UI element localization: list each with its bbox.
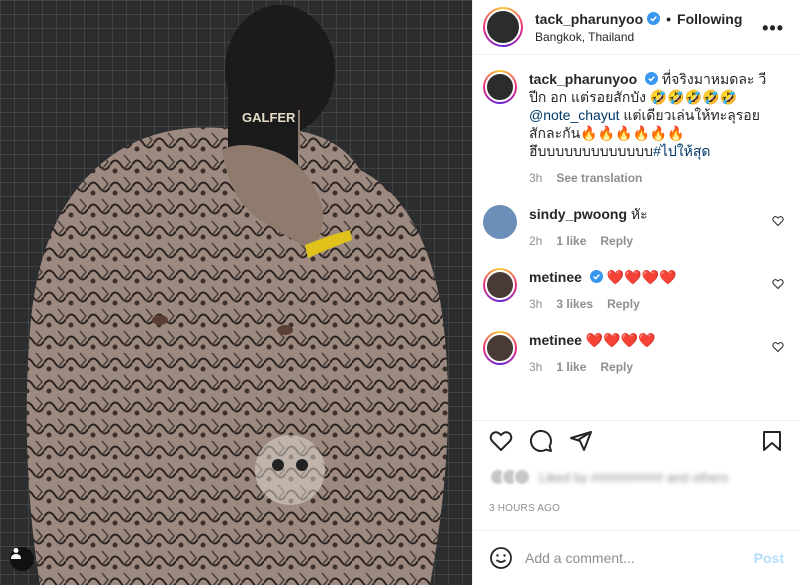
caption-time[interactable]: 3h <box>529 169 542 187</box>
verified-badge-icon <box>645 72 659 85</box>
smiley-icon[interactable] <box>489 546 513 570</box>
comments-list[interactable]: tack_pharunyoo ที่จริงมาหมดละ วีปีก อก แ… <box>473 56 800 410</box>
comment-likes[interactable]: 1 like <box>556 358 586 376</box>
comment-avatar[interactable] <box>483 268 517 302</box>
comment-time[interactable]: 2h <box>529 232 542 250</box>
post-photo[interactable]: GALFER <box>0 0 472 585</box>
post-header: tack_pharunyoo • Following Bangkok, Thai… <box>473 0 800 55</box>
photo-illustration: GALFER <box>26 5 449 585</box>
comment-icon <box>529 429 552 452</box>
caption-avatar[interactable] <box>483 70 517 104</box>
comment-likes[interactable]: 1 like <box>556 232 586 250</box>
comment-text: หัะ <box>630 206 648 222</box>
liked-by-section[interactable]: Liked by ########## and others <box>489 468 728 486</box>
comment-button[interactable] <box>521 421 561 461</box>
reply-button[interactable]: Reply <box>600 232 633 250</box>
comment-avatar[interactable] <box>483 205 517 239</box>
reply-button[interactable]: Reply <box>607 295 640 313</box>
svg-text:GALFER: GALFER <box>242 110 296 125</box>
comment-time[interactable]: 3h <box>529 358 542 376</box>
post-location[interactable]: Bangkok, Thailand <box>535 30 742 44</box>
caption: tack_pharunyoo ที่จริงมาหมดละ วีปีก อก แ… <box>483 70 784 187</box>
user-tag-button[interactable] <box>10 547 34 571</box>
save-button[interactable] <box>752 421 792 461</box>
comment-item: metinee ❤️❤️❤️❤️ 3h 1 like Reply <box>483 331 784 376</box>
comment-username[interactable]: metinee <box>529 332 582 348</box>
bookmark-icon <box>763 430 781 451</box>
caption-hashtag-link[interactable]: #ไปให้สุด <box>653 143 710 159</box>
add-comment-bar: Post <box>473 530 800 585</box>
verified-badge-icon <box>647 12 661 25</box>
caption-text-3: ฮึบบบบบบบบบบบบบ <box>529 143 654 159</box>
comment-time[interactable]: 3h <box>529 295 542 313</box>
laughing-emoji-icon: 🤣🤣🤣🤣🤣 <box>649 89 738 105</box>
separator-dot: • <box>666 10 672 27</box>
comment-username[interactable]: sindy_pwoong <box>529 206 627 222</box>
comment-item: sindy_pwoong หัะ 2h 1 like Reply <box>483 205 784 250</box>
more-options-icon[interactable]: ••• <box>762 18 784 39</box>
reply-button[interactable]: Reply <box>600 358 633 376</box>
see-translation-button[interactable]: See translation <box>556 169 642 187</box>
liked-by-avatars <box>489 468 531 486</box>
post-comment-button[interactable]: Post <box>754 550 784 566</box>
following-button[interactable]: Following <box>677 11 742 27</box>
comment-item: metinee ❤️❤️❤️❤️ 3h 3 likes Reply <box>483 268 784 313</box>
post-side-panel: tack_pharunyoo • Following Bangkok, Thai… <box>473 0 800 585</box>
comment-likes[interactable]: 3 likes <box>556 295 593 313</box>
user-tag-icon <box>11 548 21 559</box>
like-button[interactable] <box>481 421 521 461</box>
post-timestamp[interactable]: 3 HOURS AGO <box>489 503 560 514</box>
fire-emoji-icon: 🔥🔥🔥🔥🔥🔥 <box>580 125 685 141</box>
like-comment-heart-icon[interactable] <box>772 341 784 353</box>
liked-by-text[interactable]: Liked by ########## and others <box>539 470 728 485</box>
red-hearts-emoji-icon: ❤️❤️❤️❤️ <box>585 332 656 348</box>
post-actions-bar <box>473 420 800 460</box>
like-comment-heart-icon[interactable] <box>772 215 784 227</box>
author-avatar[interactable] <box>483 7 523 47</box>
caption-mention-link[interactable]: @note_chayut <box>529 107 620 123</box>
share-button[interactable] <box>561 421 601 461</box>
share-icon <box>570 430 592 451</box>
comment-avatar[interactable] <box>483 331 517 365</box>
verified-badge-icon <box>589 270 603 283</box>
comment-input[interactable] <box>525 550 754 566</box>
caption-username[interactable]: tack_pharunyoo <box>529 71 637 87</box>
heart-icon <box>489 430 513 451</box>
red-hearts-emoji-icon: ❤️❤️❤️❤️ <box>606 269 677 285</box>
like-comment-heart-icon[interactable] <box>772 278 784 290</box>
author-username[interactable]: tack_pharunyoo <box>535 11 643 27</box>
comment-username[interactable]: metinee <box>529 269 582 285</box>
